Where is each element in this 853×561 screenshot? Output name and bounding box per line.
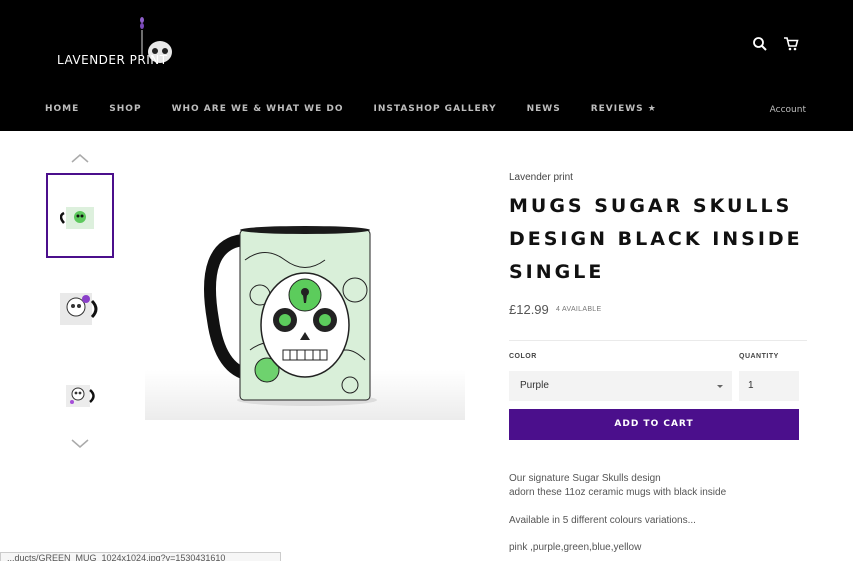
logo[interactable]: LAVENDER PRINT <box>50 14 180 74</box>
status-bar-url: ...ducts/GREEN_MUG_1024x1024.jpg?v=15304… <box>0 552 281 561</box>
nav-shop[interactable]: SHOP <box>94 104 156 114</box>
divider <box>509 340 807 341</box>
account-link[interactable]: Account <box>770 105 806 115</box>
nav-news[interactable]: NEWS <box>512 104 576 114</box>
nav-who-are-we[interactable]: WHO ARE WE & WHAT WE DO <box>157 104 359 114</box>
mug-thumbnail-image <box>60 292 98 325</box>
thumbnail-2[interactable] <box>46 266 114 351</box>
description-line: adorn these 11oz ceramic mugs with black… <box>509 487 727 498</box>
stock-badge: 4 AVAILABLE <box>556 306 602 313</box>
description-line: Available in 5 different colours variati… <box>509 515 696 526</box>
site-header: LAVENDER PRINT HOME SHOP WHO ARE WE & WH… <box>0 0 853 131</box>
description-line: pink ,purple,green,blue,yellow <box>509 542 642 553</box>
mug-thumbnail-image <box>60 206 94 229</box>
nav-reviews[interactable]: REVIEWS ★ <box>576 104 672 114</box>
color-select[interactable]: Purple <box>509 371 732 401</box>
logo-text: LAVENDER PRINT <box>57 53 168 67</box>
quantity-value: 1 <box>748 380 754 391</box>
lavender-sprig-icon <box>140 17 144 56</box>
color-label: COLOR <box>509 353 537 360</box>
thumbnail-1[interactable] <box>46 173 114 258</box>
mug-thumbnail-image <box>66 384 95 407</box>
nav-home[interactable]: HOME <box>30 104 94 114</box>
quantity-input[interactable]: 1 <box>739 371 799 401</box>
chevron-up-icon[interactable] <box>70 152 90 164</box>
description-line: Our signature Sugar Skulls design <box>509 473 661 484</box>
product-price: £12.99 <box>509 302 549 317</box>
product-main-image[interactable] <box>145 200 465 420</box>
thumbnail-3[interactable] <box>46 352 114 437</box>
product-vendor[interactable]: Lavender print <box>509 172 573 183</box>
color-select-value: Purple <box>520 380 549 391</box>
cart-icon[interactable] <box>783 36 799 52</box>
product-title: MUGS SUGAR SKULLS DESIGN BLACK INSIDE SI… <box>509 195 803 283</box>
caret-down-icon <box>717 385 723 388</box>
quantity-label: QUANTITY <box>739 353 779 360</box>
add-to-cart-button[interactable]: ADD TO CART <box>509 409 799 440</box>
chevron-down-icon[interactable] <box>70 438 90 450</box>
main-nav: HOME SHOP WHO ARE WE & WHAT WE DO INSTAS… <box>30 104 672 114</box>
nav-instashop-gallery[interactable]: INSTASHOP GALLERY <box>359 104 512 114</box>
search-icon[interactable] <box>752 36 768 52</box>
